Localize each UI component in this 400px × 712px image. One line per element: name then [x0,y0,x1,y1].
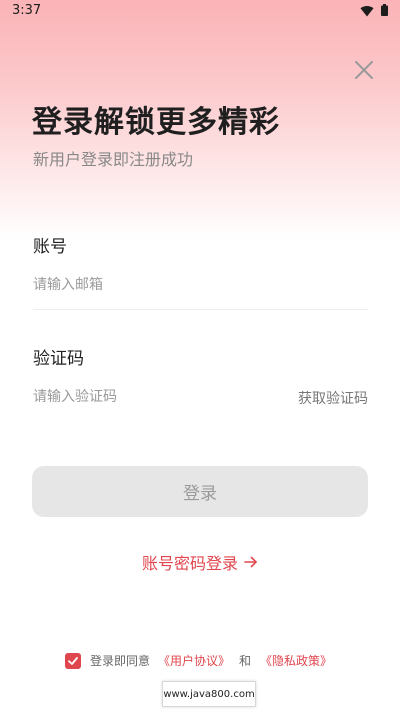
battery-icon [381,4,388,16]
agreement-checkbox[interactable] [65,652,81,669]
close-icon [355,61,373,79]
watermark: www.java800.com [162,681,256,707]
code-label: 验证码 [33,349,84,369]
login-button-label: 登录 [183,484,217,504]
wifi-icon [360,5,374,17]
account-divider [33,309,368,310]
page-title: 登录解锁更多精彩 [32,105,280,140]
get-code-button[interactable]: 获取验证码 [298,388,368,408]
verification-code-input[interactable] [33,382,263,412]
page-subtitle: 新用户登录即注册成功 [33,150,194,169]
password-login-label: 账号密码登录 [141,554,238,573]
status-bar: 3:37 [0,0,400,24]
status-time: 3:37 [12,3,42,18]
user-agreement-link[interactable]: 《用户协议》 [158,652,230,669]
close-button[interactable] [350,56,378,84]
agreement-prefix: 登录即同意 [90,654,151,668]
check-icon [68,656,78,665]
agreement-row: 登录即同意 《用户协议》 和 《隐私政策》 [65,652,332,669]
agreement-and: 和 [239,654,252,668]
account-label: 账号 [33,237,67,257]
privacy-policy-link[interactable]: 《隐私政策》 [260,652,332,669]
password-login-link[interactable]: 账号密码登录 [0,550,400,574]
arrow-right-icon [244,556,257,568]
email-input[interactable] [33,270,368,300]
login-button[interactable]: 登录 [32,466,368,517]
